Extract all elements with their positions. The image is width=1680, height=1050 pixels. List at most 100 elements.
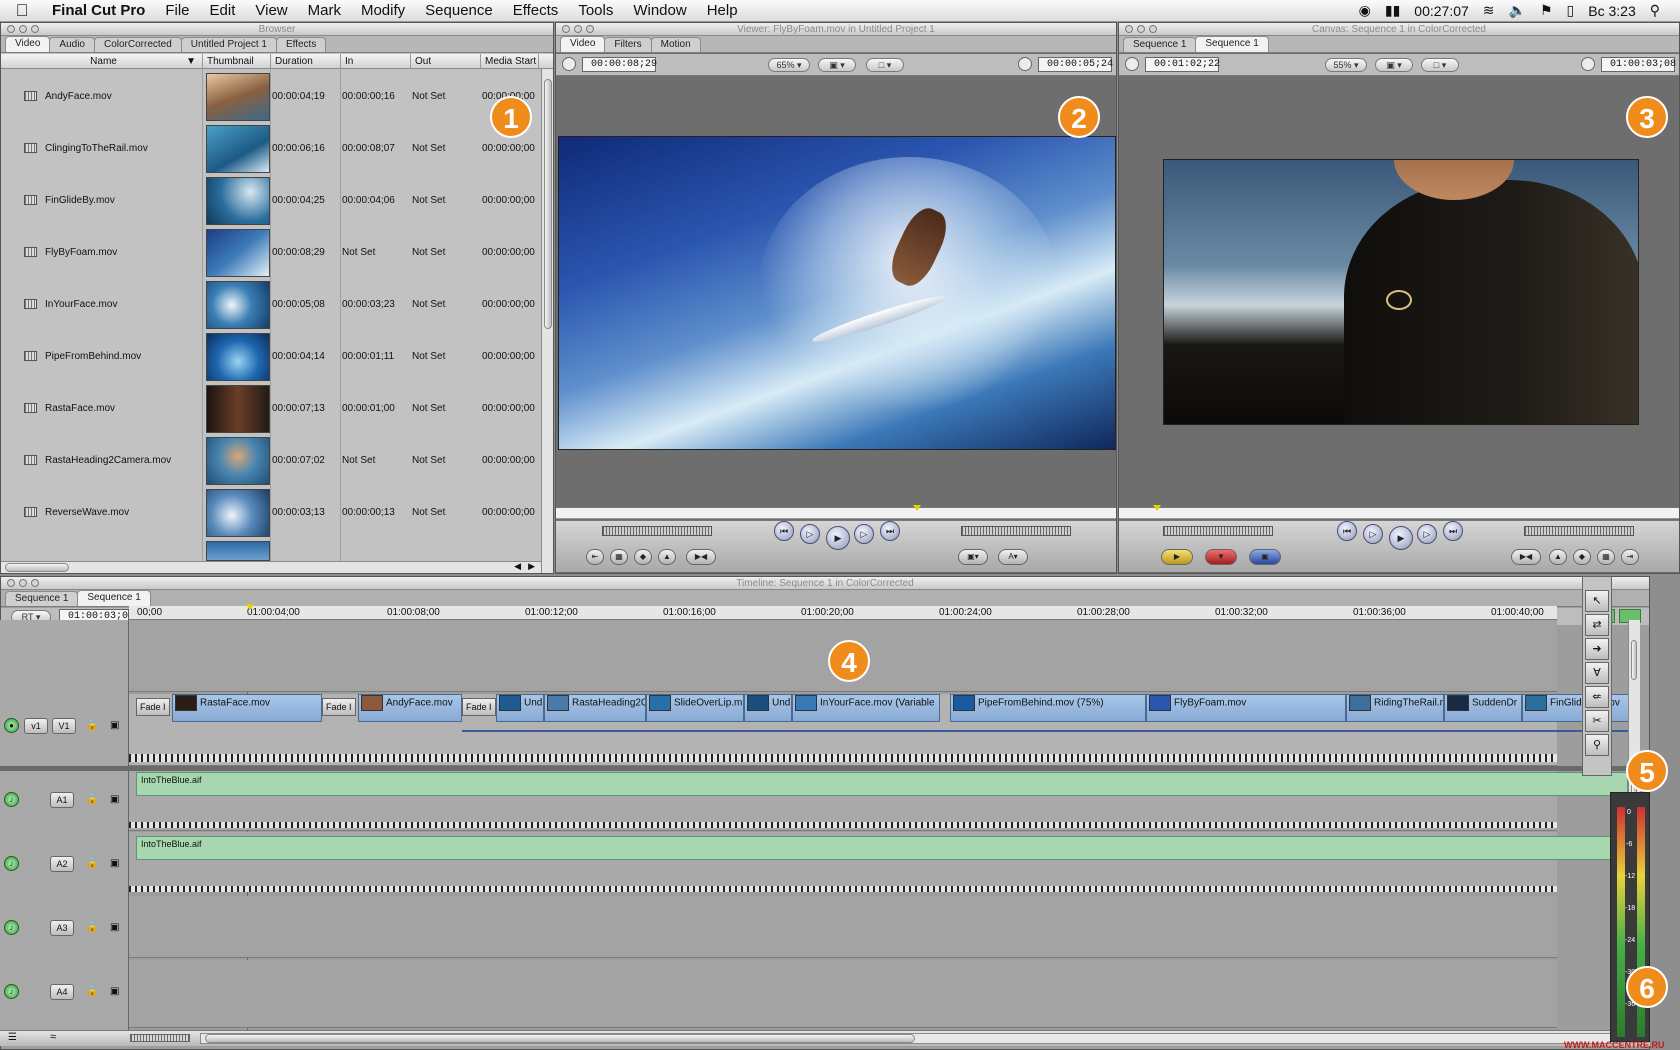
timeline-ruler[interactable]: 00;00 01:00:04;00 01:00:08;00 01:00:12;0… bbox=[129, 604, 1557, 620]
viewer-scrubber-bar[interactable] bbox=[556, 505, 1116, 519]
a3-destination-patch[interactable]: A3 bbox=[50, 920, 74, 936]
scroll-thumb[interactable] bbox=[1631, 640, 1637, 680]
play-button[interactable]: ▶ bbox=[826, 526, 850, 550]
shuttle-slider[interactable] bbox=[1524, 526, 1634, 536]
menu-mark[interactable]: Mark bbox=[298, 2, 351, 19]
col-out[interactable]: Out bbox=[411, 54, 481, 69]
clip-overlays-icon[interactable]: ≈ bbox=[50, 1031, 56, 1043]
menu-app-name[interactable]: Final Cut Pro bbox=[44, 2, 155, 19]
video-tracks-scrollbar[interactable] bbox=[1628, 620, 1640, 766]
overlay-popup-icon[interactable]: □ ▾ bbox=[866, 58, 904, 72]
tab-video[interactable]: Video bbox=[5, 36, 51, 52]
mark-in-out-button[interactable]: ▶◀ bbox=[1511, 549, 1541, 565]
a1-audible-toggle[interactable]: ♪ bbox=[4, 792, 19, 807]
viewer-playhead[interactable] bbox=[913, 505, 921, 511]
insert-edit-button[interactable]: ▶ bbox=[1161, 549, 1193, 565]
mark-in-out-button[interactable]: ▶◀ bbox=[686, 549, 716, 565]
spotlight-icon[interactable]: ⚲ bbox=[1650, 2, 1660, 19]
tab-sequence-1a[interactable]: Sequence 1 bbox=[1123, 37, 1197, 52]
wifi-icon[interactable]: ≋ bbox=[1483, 2, 1495, 19]
replace-edit-button[interactable]: ▣ bbox=[1249, 549, 1281, 565]
mark-clip-button[interactable]: ▦ bbox=[610, 549, 628, 565]
tab-audio[interactable]: Audio bbox=[49, 37, 95, 52]
timeline-audio-clip[interactable]: IntoTheBlue.aif bbox=[136, 772, 1628, 796]
tab-sequence-1a[interactable]: Sequence 1 bbox=[5, 591, 79, 606]
scroll-right-arrow-icon[interactable]: ▶ bbox=[528, 561, 535, 572]
scroll-thumb[interactable] bbox=[205, 1034, 915, 1043]
selection-tool-icon[interactable]: ↖ bbox=[1585, 590, 1609, 612]
view-popup-icon[interactable]: ▣ ▾ bbox=[1375, 58, 1413, 72]
agent-icon[interactable]: ◉ bbox=[1359, 2, 1371, 19]
transition-fade-in[interactable]: Fade I bbox=[136, 698, 170, 716]
a4-track-lane[interactable] bbox=[129, 960, 1557, 1028]
volume-icon[interactable]: 🔈 bbox=[1509, 2, 1526, 19]
zoom-tool-icon[interactable]: ⚲ bbox=[1585, 734, 1609, 756]
col-name[interactable]: Name ▼ bbox=[1, 54, 203, 69]
browser-row[interactable]: RastaHeading2Camera.mov 00:00:07;02 Not … bbox=[1, 435, 549, 487]
canvas-playhead[interactable] bbox=[1153, 505, 1161, 511]
menu-effects[interactable]: Effects bbox=[503, 2, 569, 19]
go-to-next-edit-button[interactable]: ⏭ bbox=[880, 521, 900, 541]
play-button[interactable]: ▶ bbox=[1389, 526, 1413, 550]
minimize-button[interactable] bbox=[1137, 25, 1145, 33]
menu-file[interactable]: File bbox=[155, 2, 199, 19]
go-to-previous-edit-button[interactable]: ⏮ bbox=[1337, 521, 1357, 541]
recent-clips-popup[interactable]: ▣▾ bbox=[958, 549, 988, 565]
browser-row[interactable]: InYourFace.mov 00:00:05;08 00:00:03;23 N… bbox=[1, 279, 549, 331]
menu-tools[interactable]: Tools bbox=[568, 2, 623, 19]
zoom-button[interactable] bbox=[31, 25, 39, 33]
a3-auto-select-icon[interactable]: ▣ bbox=[110, 922, 119, 933]
tab-sequence-1b[interactable]: Sequence 1 bbox=[77, 590, 151, 606]
col-duration[interactable]: Duration bbox=[271, 54, 341, 69]
menu-edit[interactable]: Edit bbox=[200, 2, 246, 19]
match-frame-button[interactable]: ⇤ bbox=[586, 549, 604, 565]
battery-icon[interactable]: ▮▮ bbox=[1385, 2, 1400, 19]
slip-tool-icon[interactable]: ⇍ bbox=[1585, 686, 1609, 708]
close-button[interactable] bbox=[1125, 25, 1133, 33]
zoom-button[interactable] bbox=[586, 25, 594, 33]
tab-motion[interactable]: Motion bbox=[650, 37, 701, 52]
menu-view[interactable]: View bbox=[245, 2, 297, 19]
canvas-duration-timecode[interactable]: 00:01:02;22 bbox=[1145, 57, 1220, 72]
tab-sequence-1b[interactable]: Sequence 1 bbox=[1195, 36, 1269, 52]
tab-effects[interactable]: Effects bbox=[275, 37, 327, 52]
a3-audible-toggle[interactable]: ♪ bbox=[4, 920, 19, 935]
play-in-to-out-button[interactable]: ▷ bbox=[800, 524, 820, 544]
a4-audible-toggle[interactable]: ♪ bbox=[4, 984, 19, 999]
v1-destination-patch[interactable]: V1 bbox=[52, 718, 76, 734]
tab-colorcorrected[interactable]: ColorCorrected bbox=[93, 37, 182, 52]
a2-destination-patch[interactable]: A2 bbox=[50, 856, 74, 872]
timeline-video-clip[interactable]: RastaHeading2C bbox=[544, 694, 646, 722]
edit-selection-tool-icon[interactable]: ⇄ bbox=[1585, 614, 1609, 636]
tab-video[interactable]: Video bbox=[560, 36, 606, 52]
transition-fade-in[interactable]: Fade I bbox=[462, 698, 496, 716]
close-button[interactable] bbox=[7, 25, 15, 33]
razor-blade-tool-icon[interactable]: ✂ bbox=[1585, 710, 1609, 732]
col-in[interactable]: In bbox=[341, 54, 411, 69]
scroll-thumb[interactable] bbox=[544, 79, 552, 329]
viewer-video-frame[interactable] bbox=[558, 136, 1116, 450]
browser-horizontal-scrollbar[interactable]: ◀ ▶ bbox=[1, 561, 541, 573]
browser-row[interactable]: AndyFace.mov 00:00:04;19 00:00:00;16 Not… bbox=[1, 71, 549, 123]
timeline-video-clip[interactable]: RidingTheRail.m bbox=[1346, 694, 1444, 722]
add-keyframe-button[interactable]: ◆ bbox=[634, 549, 652, 565]
timeline-audio-clip[interactable]: IntoTheBlue.aif bbox=[136, 836, 1628, 860]
add-marker-button[interactable]: ▲ bbox=[1549, 549, 1567, 565]
menu-sequence[interactable]: Sequence bbox=[415, 2, 503, 19]
scroll-thumb[interactable] bbox=[5, 563, 69, 572]
add-marker-button[interactable]: ▲ bbox=[658, 549, 676, 565]
menu-help[interactable]: Help bbox=[697, 2, 748, 19]
match-frame-button[interactable]: ⇥ bbox=[1621, 549, 1639, 565]
a4-lock-icon[interactable]: 🔒 bbox=[86, 986, 98, 997]
timeline-video-clip[interactable]: SuddenDr bbox=[1444, 694, 1522, 722]
a2-audible-toggle[interactable]: ♪ bbox=[4, 856, 19, 871]
close-button[interactable] bbox=[7, 579, 15, 587]
zoom-popup[interactable]: 65% ▾ bbox=[768, 58, 810, 72]
add-keyframe-button[interactable]: ◆ bbox=[1573, 549, 1591, 565]
canvas-video-frame[interactable] bbox=[1163, 159, 1639, 425]
v1-lock-icon[interactable]: 🔒 bbox=[86, 720, 98, 731]
browser-row[interactable]: RastaFace.mov 00:00:07;13 00:00:01;00 No… bbox=[1, 383, 549, 435]
jog-wheel[interactable] bbox=[961, 526, 1071, 536]
a1-lock-icon[interactable]: 🔒 bbox=[86, 794, 98, 805]
a3-track-lane[interactable] bbox=[129, 896, 1557, 958]
